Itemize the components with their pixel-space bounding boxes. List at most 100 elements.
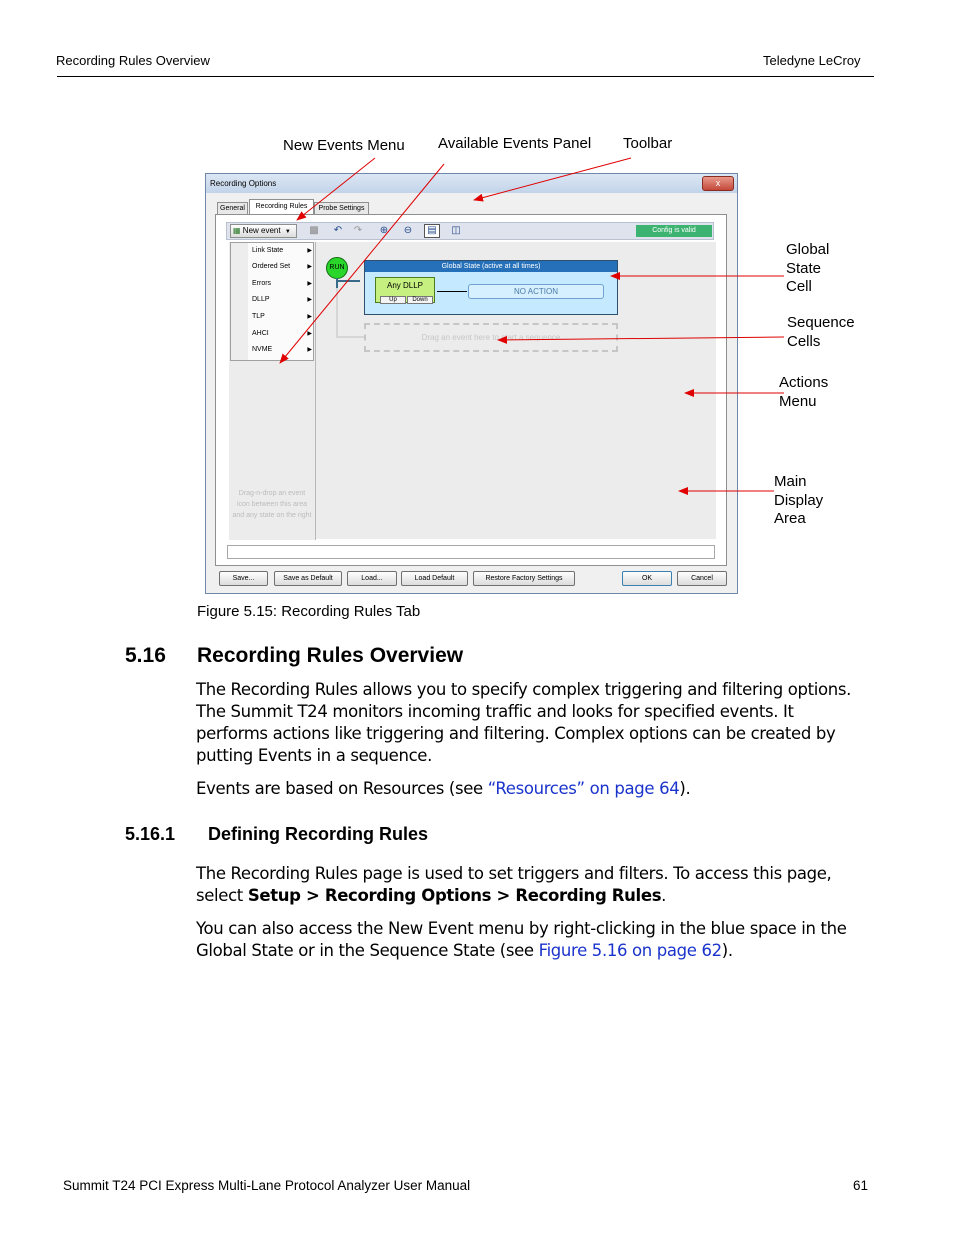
action-no-action[interactable]: NO ACTION — [468, 284, 604, 299]
new-event-label: New event — [242, 226, 281, 235]
figure-link[interactable]: Figure 5.16 on page 62 — [539, 941, 723, 960]
delete-icon[interactable]: ▩ — [307, 224, 321, 238]
callout-main-display-area: Main Display Area — [774, 473, 823, 529]
menu-item-label: Link State — [252, 247, 284, 254]
sequence-cell[interactable]: Drag an event here to start a sequence — [364, 323, 618, 352]
event-label: Any DLLP — [386, 281, 424, 290]
menu-item-label: TLP — [252, 313, 265, 320]
section-title: Recording Rules Overview — [197, 644, 464, 667]
ok-button[interactable]: OK — [622, 571, 672, 586]
text-run: Events are based on Resources (see — [196, 779, 488, 798]
status-bar — [227, 545, 715, 559]
up-button[interactable]: Up — [380, 296, 406, 304]
window-title: Recording Options — [210, 179, 277, 188]
callout-line: Display — [774, 491, 824, 509]
zoom-out-icon[interactable]: ⊖ — [401, 224, 415, 238]
new-event-button[interactable]: ▦ New event ▼ — [230, 224, 297, 238]
save-button[interactable]: Save... — [219, 571, 268, 586]
sequence-connector — [336, 336, 364, 338]
recording-options-window: Recording Options x General Recording Ru… — [205, 173, 738, 594]
menu-path: Setup > Recording Options > Recording Ru… — [247, 886, 662, 905]
chevron-right-icon: ▶ — [307, 264, 312, 270]
run-connector — [336, 280, 360, 282]
subsection-heading: 5.16.1 Defining Recording Rules — [125, 824, 428, 845]
sequence-connector — [336, 288, 338, 338]
callout-toolbar: Toolbar — [623, 135, 673, 152]
action-connector — [437, 291, 467, 292]
event-any-dllp[interactable]: Any DLLP Up Down — [375, 277, 435, 304]
menu-item-tlp[interactable]: TLP ▶ — [252, 313, 312, 320]
properties-icon[interactable]: ◫ — [449, 224, 463, 238]
global-state-cell[interactable]: Global State (active at all times) Any D… — [364, 260, 618, 315]
menu-item-nvme[interactable]: NVME ▶ — [252, 346, 312, 353]
subsection-number: 5.16.1 — [125, 824, 176, 844]
callout-line: Global — [786, 241, 830, 258]
tab-probe-settings[interactable]: Probe Settings — [314, 202, 369, 214]
text-run: . — [661, 886, 667, 905]
chevron-down-icon: ▼ — [284, 229, 291, 235]
callout-line: Cell — [786, 278, 812, 295]
callout-line: Actions — [779, 374, 829, 391]
menu-gutter — [231, 243, 248, 360]
callout-line: Main — [774, 473, 807, 490]
chevron-right-icon: ▶ — [307, 314, 312, 320]
global-state-title: Global State (active at all times) — [365, 261, 617, 272]
subsection-title: Defining Recording Rules — [208, 824, 429, 844]
callout-actions-menu: Actions Menu — [779, 374, 828, 411]
menu-item-label: NVME — [252, 346, 273, 353]
menu-item-errors[interactable]: Errors ▶ — [252, 280, 312, 287]
running-header-title: Recording Rules Overview — [56, 53, 210, 68]
menu-item-link-state[interactable]: Link State ▶ — [252, 247, 312, 254]
section-paragraph: The Recording Rules allows you to specif… — [196, 680, 851, 765]
text-run: ). — [721, 941, 733, 960]
callout-line: Cells — [787, 333, 821, 350]
restore-factory-settings-button[interactable]: Restore Factory Settings — [473, 571, 575, 586]
close-icon[interactable]: x — [702, 176, 734, 191]
new-events-menu: Link State ▶ Ordered Set ▶ Errors ▶ DLLP ▶ T… — [230, 242, 314, 361]
window-titlebar: Recording Options x — [206, 174, 737, 193]
menu-item-dllp[interactable]: DLLP ▶ — [252, 296, 312, 303]
callout-global-state-cell: Global State Cell — [786, 241, 829, 297]
down-button[interactable]: Down — [407, 296, 433, 304]
run-indicator: RUN — [326, 257, 348, 279]
save-as-default-button[interactable]: Save as Default — [274, 571, 342, 586]
page-number: 61 — [853, 1178, 869, 1193]
running-header-company: Teledyne LeCroy — [763, 53, 861, 68]
cancel-button[interactable]: Cancel — [677, 571, 727, 586]
callout-line: Sequence — [787, 314, 855, 331]
chevron-right-icon: ▶ — [307, 281, 312, 287]
section-heading: 5.16 Recording Rules Overview — [125, 644, 463, 668]
callout-available-events-panel: Available Events Panel — [438, 135, 592, 152]
menu-item-ordered-set[interactable]: Ordered Set ▶ — [252, 263, 312, 270]
toolbar: ▦ New event ▼ ▩ ↶ ↷ ⊕ ⊖ ▤ ◫ Config is va… — [226, 222, 714, 240]
menu-item-label: DLLP — [252, 296, 270, 303]
view-toggle-icon[interactable]: ▤ — [424, 224, 440, 238]
resources-link[interactable]: “Resources” on page 64 — [488, 779, 680, 798]
subsection-paragraph: The Recording Rules page is used to set … — [196, 863, 866, 907]
undo-icon[interactable]: ↶ — [331, 224, 345, 238]
callout-line: Menu — [779, 392, 817, 410]
zoom-in-icon[interactable]: ⊕ — [377, 224, 391, 238]
figure-caption: Figure 5.15: Recording Rules Tab — [197, 603, 421, 620]
callout-line: State — [786, 259, 822, 277]
load-default-button[interactable]: Load Default — [401, 571, 468, 586]
header-rule — [57, 76, 874, 77]
chevron-right-icon: ▶ — [307, 331, 312, 337]
tab-recording-rules[interactable]: Recording Rules — [249, 199, 314, 215]
callout-sequence-cells: Sequence Cells — [787, 313, 855, 351]
chevron-right-icon: ▶ — [307, 248, 312, 254]
section-paragraph-resources: Events are based on Resources (see “Reso… — [196, 778, 866, 800]
section-number: 5.16 — [125, 644, 166, 667]
menu-item-label: Ordered Set — [252, 263, 291, 270]
config-status-badge: Config is valid — [636, 225, 712, 237]
text-run: ). — [679, 779, 691, 798]
available-events-hint: Drag-n-drop an event icon between this a… — [232, 490, 312, 519]
callout-new-events-menu: New Events Menu — [283, 137, 405, 154]
menu-item-ahci[interactable]: AHCI ▶ — [252, 330, 312, 337]
callout-line: Area — [774, 510, 806, 527]
tab-general[interactable]: General — [217, 202, 248, 214]
load-button[interactable]: Load... — [347, 571, 397, 586]
redo-icon[interactable]: ↷ — [351, 224, 365, 238]
menu-item-label: AHCI — [252, 330, 269, 337]
new-event-icon: ▦ — [233, 226, 241, 235]
